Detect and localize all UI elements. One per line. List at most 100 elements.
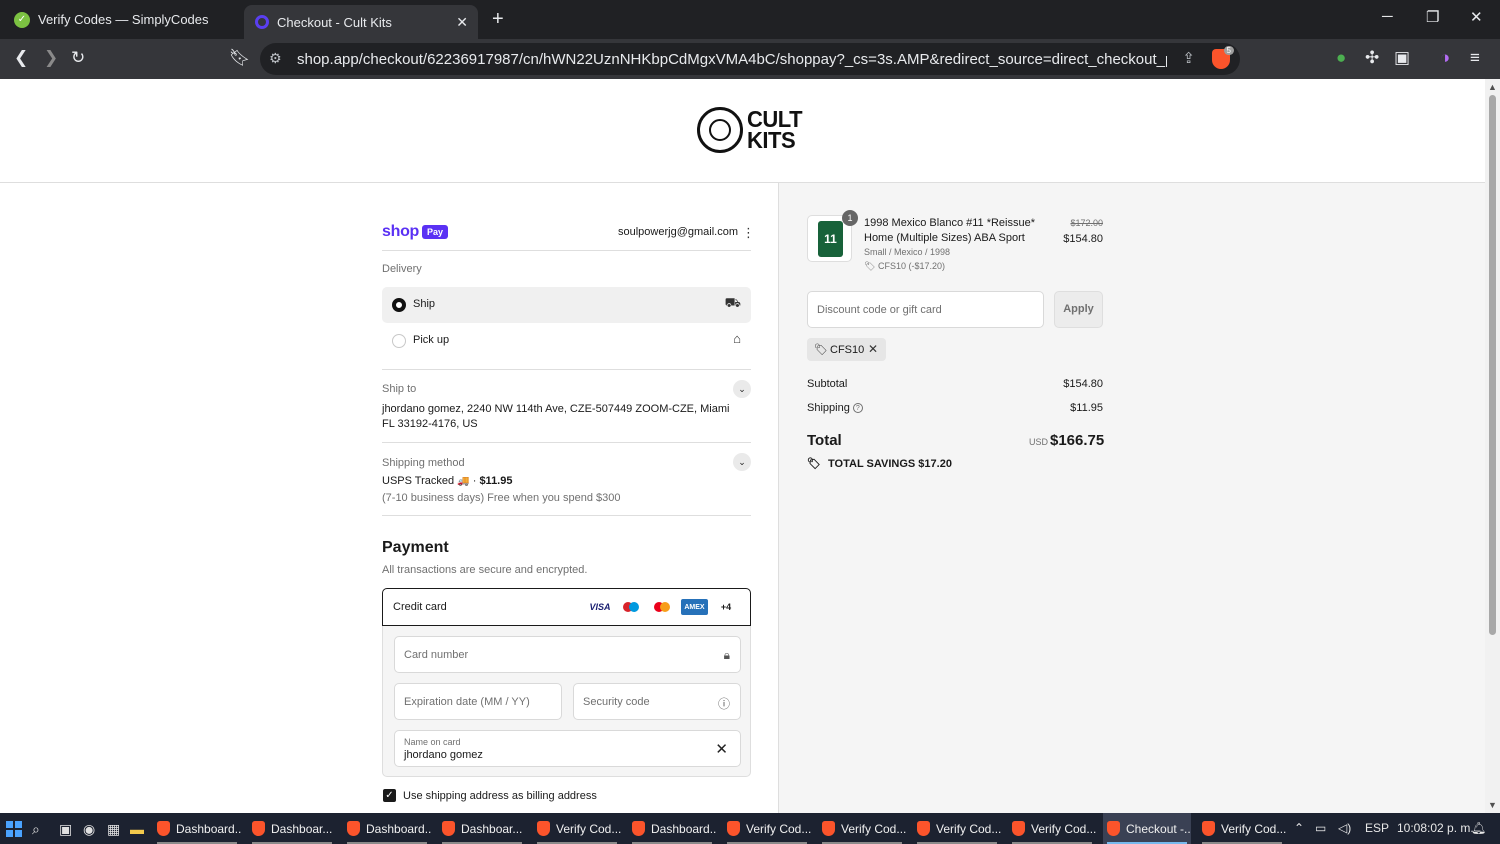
leo-ai-icon[interactable]: ◑ xyxy=(1440,48,1450,68)
restore-window-icon[interactable]: ❐ xyxy=(1426,8,1439,26)
payment-subtitle: All transactions are secure and encrypte… xyxy=(382,564,588,576)
scroll-up-arrow-icon[interactable]: ▲ xyxy=(1488,82,1497,92)
minimize-window-icon[interactable]: ─ xyxy=(1382,8,1393,25)
taskbar-app-label: Dashboard... xyxy=(176,821,241,836)
apply-discount-button[interactable]: Apply xyxy=(1054,291,1103,328)
tag-icon: 🏷︎ xyxy=(807,458,821,470)
delivery-label: Delivery xyxy=(382,263,422,275)
subtotal-value: $154.80 xyxy=(1063,378,1103,390)
bookmark-icon[interactable]: 🔖︎ xyxy=(229,48,251,68)
shipping-truck-emoji: 🚚 xyxy=(457,476,470,487)
shipping-method-label: Shipping method xyxy=(382,457,465,469)
taskbar-app-label: Verify Cod... xyxy=(746,821,811,836)
taskbar-app-button[interactable]: Verify Cod... xyxy=(533,813,621,844)
product-thumbnail: 11 1 xyxy=(807,210,858,262)
taskbar-app-button[interactable]: Dashboard... xyxy=(343,813,431,844)
clear-field-icon[interactable]: ✕ xyxy=(715,740,728,758)
windows-taskbar: ⌕ ▣ ◉ ▦ ▬ Dashboard... Dashboar... Dashboa… xyxy=(0,813,1500,844)
truck-icon: ⛟ xyxy=(724,295,741,310)
more-options-icon[interactable]: ⋮ xyxy=(742,225,755,241)
name-on-card-field[interactable]: Name on card jhordano gomez ✕ xyxy=(394,730,741,767)
simplycodes-favicon-icon: ✓ xyxy=(14,11,30,28)
share-icon[interactable]: ⇪ xyxy=(1182,49,1195,67)
taskbar-app-button[interactable]: Dashboar... xyxy=(438,813,526,844)
scroll-down-arrow-icon[interactable]: ▼ xyxy=(1488,800,1497,810)
billing-same-checkbox[interactable]: ✓ xyxy=(383,789,396,802)
shop-favicon-icon xyxy=(255,15,269,29)
card-number-field[interactable]: Card number 🔒︎ xyxy=(394,636,741,673)
shipping-label: Shipping xyxy=(807,402,850,414)
taskbar-app-button[interactable]: Verify Cod... xyxy=(913,813,1001,844)
shipping-address: jhordano gomez, 2240 NW 114th Ave, CZE-5… xyxy=(382,403,730,430)
scroll-thumb[interactable] xyxy=(1489,95,1496,635)
search-icon[interactable]: ⌕ xyxy=(32,821,40,838)
logo-text-line2: KITS xyxy=(747,126,796,154)
taskbar-app-label: Dashboar... xyxy=(271,821,333,836)
file-explorer-icon[interactable]: ▬ xyxy=(130,821,144,837)
taskbar-app-button[interactable]: Checkout -... xyxy=(1103,813,1191,844)
calculator-app-icon[interactable]: ▦ xyxy=(107,821,120,838)
savings-value: $17.20 xyxy=(918,458,952,470)
close-tab-icon[interactable]: ✕ xyxy=(456,14,468,31)
browser-app-icon[interactable]: ◉ xyxy=(83,821,95,838)
savings-label: TOTAL SAVINGS xyxy=(828,458,916,470)
clock[interactable]: 10:08:02 p. m. xyxy=(1397,821,1474,835)
reload-icon[interactable]: ↻ xyxy=(71,48,85,68)
product-variant: Small / Mexico / 1998 xyxy=(864,247,951,257)
shipping-method-price: $11.95 xyxy=(479,475,513,487)
tab-verify-codes[interactable]: ✓ Verify Codes — SimplyCodes xyxy=(14,0,240,39)
security-code-field[interactable]: Security code ⓘ xyxy=(573,683,741,720)
credit-card-option[interactable]: Credit card VISA AMEX +4 xyxy=(382,588,751,626)
volume-icon[interactable]: ◁) xyxy=(1338,821,1351,835)
total-savings: 🏷︎ TOTAL SAVINGS $17.20 xyxy=(807,457,952,470)
ship-to-expand-chevron-down-icon[interactable]: ⌄ xyxy=(733,380,751,398)
show-hidden-icons-icon[interactable]: ⌃ xyxy=(1294,821,1304,835)
url-text[interactable]: shop.app/checkout/62236917987/cn/hWN22Uz… xyxy=(297,51,1167,68)
shipping-method-expand-chevron-down-icon[interactable]: ⌄ xyxy=(733,453,751,471)
forward-icon[interactable]: ❯ xyxy=(44,48,58,68)
pickup-radio[interactable] xyxy=(392,334,406,348)
sidebar-icon[interactable]: ▣ xyxy=(1394,48,1410,68)
lock-icon: 🔒︎ xyxy=(723,648,730,662)
taskbar-app-button[interactable]: Verify Cod... xyxy=(1198,813,1286,844)
site-info-icon[interactable]: ⚙ xyxy=(269,50,282,67)
discount-code-input[interactable]: Discount code or gift card xyxy=(807,291,1044,328)
camera-app-icon[interactable]: ▣ xyxy=(59,821,72,838)
discount-code-placeholder: Discount code or gift card xyxy=(817,304,942,316)
windows-start-icon[interactable] xyxy=(6,821,22,837)
brave-browser-icon xyxy=(1202,821,1215,836)
taskbar-app-button[interactable]: Dashboar... xyxy=(248,813,336,844)
delivery-option-ship[interactable]: Ship ⛟ xyxy=(382,287,751,323)
name-on-card-value[interactable]: jhordano gomez xyxy=(404,749,483,761)
close-window-icon[interactable]: ✕ xyxy=(1470,8,1483,26)
network-icon[interactable]: ▭ xyxy=(1315,821,1326,835)
tag-icon: 🏷︎ xyxy=(864,261,876,271)
delivery-option-pickup[interactable]: Pick up ⌂ xyxy=(382,323,751,359)
help-icon[interactable]: ⓘ xyxy=(718,695,730,712)
ship-option-label: Ship xyxy=(413,298,436,310)
shipping-value: $11.95 xyxy=(1070,402,1103,414)
expiration-date-field[interactable]: Expiration date (MM / YY) xyxy=(394,683,562,720)
address-bar[interactable]: ⚙ shop.app/checkout/62236917987/cn/hWN22… xyxy=(260,43,1240,75)
shipping-help-icon[interactable]: ? xyxy=(852,403,863,413)
back-icon[interactable]: ❮ xyxy=(14,48,28,68)
brave-browser-icon xyxy=(442,821,455,836)
page-scrollbar[interactable]: ▲ ▼ xyxy=(1485,79,1500,813)
ship-radio[interactable] xyxy=(392,298,406,312)
language-indicator[interactable]: ESP xyxy=(1365,821,1389,835)
cult-kits-logo[interactable]: CULT KITS xyxy=(697,107,803,154)
new-tab-button[interactable]: + xyxy=(492,8,504,31)
taskbar-app-button[interactable]: Dashboard... xyxy=(628,813,716,844)
taskbar-app-button[interactable]: Verify Cod... xyxy=(723,813,811,844)
taskbar-app-button[interactable]: Verify Cod... xyxy=(1008,813,1096,844)
extensions-icon[interactable]: ✣ xyxy=(1365,48,1379,68)
taskbar-app-button[interactable]: Dashboard... xyxy=(153,813,241,844)
vpn-icon[interactable]: ● xyxy=(1336,48,1346,68)
divider xyxy=(382,515,751,516)
applied-code-chip: 🏷︎ CFS10 ✕ xyxy=(807,338,886,361)
menu-icon[interactable]: ≡ xyxy=(1470,48,1480,68)
notifications-icon[interactable]: 🔔︎ xyxy=(1471,821,1486,835)
taskbar-app-button[interactable]: Verify Cod... xyxy=(818,813,906,844)
tab-checkout-cult-kits[interactable]: Checkout - Cult Kits ✕ xyxy=(244,5,478,39)
remove-code-icon[interactable]: ✕ xyxy=(868,342,878,356)
